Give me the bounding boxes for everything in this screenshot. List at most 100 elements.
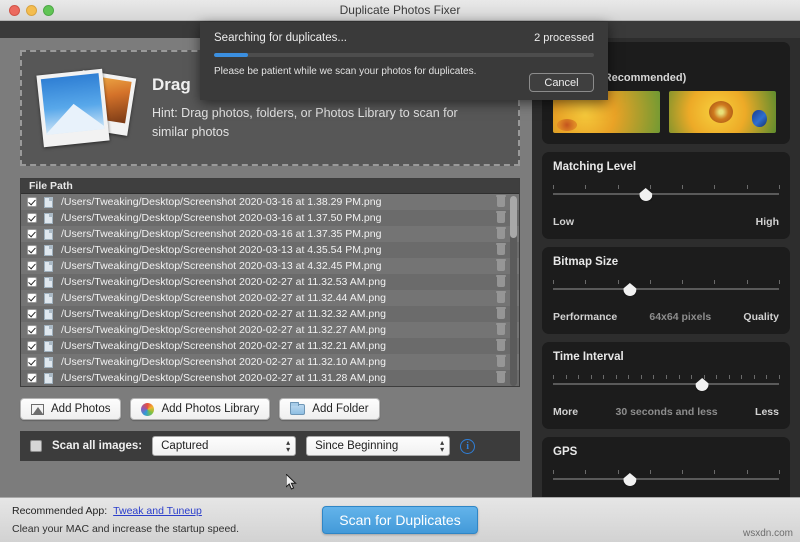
- scan-mode-value: Captured: [161, 440, 208, 452]
- row-checkbox[interactable]: [27, 309, 37, 319]
- left-column: Drag Hint: Drag photos, folders, or Phot…: [0, 38, 532, 497]
- main-body: Drag Hint: Drag photos, folders, or Phot…: [0, 38, 800, 497]
- file-list-scrollbar-thumb[interactable]: [510, 196, 517, 238]
- recommended-app-tagline: Clean your MAC and increase the startup …: [12, 523, 239, 535]
- info-icon[interactable]: i: [460, 439, 475, 454]
- row-checkbox[interactable]: [27, 325, 37, 335]
- row-checkbox[interactable]: [27, 245, 37, 255]
- row-checkbox[interactable]: [27, 357, 37, 367]
- row-checkbox[interactable]: [27, 229, 37, 239]
- slider-control[interactable]: [553, 280, 779, 302]
- add-folder-button[interactable]: Add Folder: [279, 398, 379, 420]
- slider-left-label: Low: [553, 216, 574, 228]
- photos-stack-icon: [38, 66, 134, 150]
- delete-icon[interactable]: [497, 197, 505, 207]
- delete-icon[interactable]: [497, 213, 505, 223]
- slider-mid-label: 30 seconds and less: [616, 406, 718, 418]
- slider-right-label: High: [756, 216, 779, 228]
- slider-control[interactable]: [553, 375, 779, 397]
- slider-left-label: More: [553, 406, 578, 418]
- document-icon: [44, 277, 53, 288]
- photo-card-front: [36, 69, 109, 148]
- delete-icon[interactable]: [497, 293, 505, 303]
- chevron-updown-icon: ▴▾: [440, 439, 444, 453]
- slider-panel-bitmap-size: Bitmap SizePerformance64x64 pixelsQualit…: [542, 247, 790, 334]
- row-checkbox[interactable]: [27, 373, 37, 383]
- file-list[interactable]: File Path /Users/Tweaking/Desktop/Screen…: [20, 178, 520, 387]
- slider-control[interactable]: [553, 185, 779, 207]
- image-icon: [31, 404, 44, 415]
- dialog-header: Searching for duplicates... 2 processed: [214, 32, 594, 44]
- add-folder-label: Add Folder: [312, 403, 368, 415]
- scan-mode-select[interactable]: Captured ▴▾: [152, 436, 296, 456]
- dialog-title: Searching for duplicates...: [214, 32, 347, 44]
- slider-mid-label: 64x64 pixels: [649, 311, 711, 323]
- slider-ticks: [553, 185, 779, 192]
- document-icon: [44, 229, 53, 240]
- table-row[interactable]: /Users/Tweaking/Desktop/Screenshot 2020-…: [21, 258, 519, 274]
- add-buttons-row: Add Photos Add Photos Library Add Folder: [20, 398, 520, 420]
- table-row[interactable]: /Users/Tweaking/Desktop/Screenshot 2020-…: [21, 194, 519, 210]
- column-header-file-path: File Path: [29, 180, 73, 192]
- table-row[interactable]: /Users/Tweaking/Desktop/Screenshot 2020-…: [21, 354, 519, 370]
- slider-panel-time-interval: Time IntervalMore30 seconds and lessLess: [542, 342, 790, 429]
- delete-icon[interactable]: [497, 341, 505, 351]
- slider-track[interactable]: [553, 193, 779, 195]
- document-icon: [44, 245, 53, 256]
- document-icon: [44, 341, 53, 352]
- delete-icon[interactable]: [497, 245, 505, 255]
- slider-title: GPS: [553, 446, 779, 458]
- table-row[interactable]: /Users/Tweaking/Desktop/Screenshot 2020-…: [21, 338, 519, 354]
- slider-right-label: Less: [755, 406, 779, 418]
- add-photos-button[interactable]: Add Photos: [20, 398, 121, 420]
- duplicate-photos-fixer-window: Duplicate Photos Fixer Drag Hint: Drag p…: [0, 0, 800, 542]
- add-photos-library-button[interactable]: Add Photos Library: [130, 398, 270, 420]
- table-row[interactable]: /Users/Tweaking/Desktop/Screenshot 2020-…: [21, 290, 519, 306]
- table-row[interactable]: /Users/Tweaking/Desktop/Screenshot 2020-…: [21, 242, 519, 258]
- table-row[interactable]: /Users/Tweaking/Desktop/Screenshot 2020-…: [21, 306, 519, 322]
- file-path-label: /Users/Tweaking/Desktop/Screenshot 2020-…: [61, 228, 381, 240]
- slider-ticks: [553, 470, 779, 477]
- recommended-app-link[interactable]: Tweak and Tuneup: [113, 505, 202, 517]
- scan-range-value: Since Beginning: [315, 440, 398, 452]
- scan-for-duplicates-button[interactable]: Scan for Duplicates: [322, 506, 478, 534]
- slider-control[interactable]: [553, 470, 779, 492]
- match-thumbnail-2[interactable]: [669, 91, 776, 133]
- row-checkbox[interactable]: [27, 293, 37, 303]
- delete-icon[interactable]: [497, 357, 505, 367]
- slider-title: Bitmap Size: [553, 256, 779, 268]
- scan-all-images-bar: Scan all images: Captured ▴▾ Since Begin…: [20, 431, 520, 461]
- scan-range-select[interactable]: Since Beginning ▴▾: [306, 436, 450, 456]
- row-checkbox[interactable]: [27, 197, 37, 207]
- document-icon: [44, 373, 53, 384]
- table-row[interactable]: /Users/Tweaking/Desktop/Screenshot 2020-…: [21, 226, 519, 242]
- file-path-label: /Users/Tweaking/Desktop/Screenshot 2020-…: [61, 308, 386, 320]
- row-checkbox[interactable]: [27, 213, 37, 223]
- document-icon: [44, 213, 53, 224]
- delete-icon[interactable]: [497, 373, 505, 383]
- delete-icon[interactable]: [497, 229, 505, 239]
- searching-progress-dialog: Searching for duplicates... 2 processed …: [200, 22, 608, 100]
- table-row[interactable]: /Users/Tweaking/Desktop/Screenshot 2020-…: [21, 274, 519, 290]
- row-checkbox[interactable]: [27, 341, 37, 351]
- slider-track[interactable]: [553, 383, 779, 385]
- delete-icon[interactable]: [497, 309, 505, 319]
- file-path-label: /Users/Tweaking/Desktop/Screenshot 2020-…: [61, 244, 381, 256]
- row-checkbox[interactable]: [27, 261, 37, 271]
- table-row[interactable]: /Users/Tweaking/Desktop/Screenshot 2020-…: [21, 322, 519, 338]
- delete-icon[interactable]: [497, 261, 505, 271]
- file-list-scrollbar[interactable]: [510, 196, 517, 386]
- document-icon: [44, 309, 53, 320]
- table-row[interactable]: /Users/Tweaking/Desktop/Screenshot 2020-…: [21, 210, 519, 226]
- watermark: wsxdn.com: [743, 528, 793, 539]
- delete-icon[interactable]: [497, 277, 505, 287]
- slider-track[interactable]: [553, 478, 779, 480]
- slider-track[interactable]: [553, 288, 779, 290]
- add-photos-label: Add Photos: [51, 403, 110, 415]
- scan-all-images-checkbox[interactable]: [30, 440, 42, 452]
- row-checkbox[interactable]: [27, 277, 37, 287]
- file-list-header: File Path: [21, 179, 519, 194]
- table-row[interactable]: /Users/Tweaking/Desktop/Screenshot 2020-…: [21, 370, 519, 386]
- delete-icon[interactable]: [497, 325, 505, 335]
- cancel-button[interactable]: Cancel: [529, 73, 594, 92]
